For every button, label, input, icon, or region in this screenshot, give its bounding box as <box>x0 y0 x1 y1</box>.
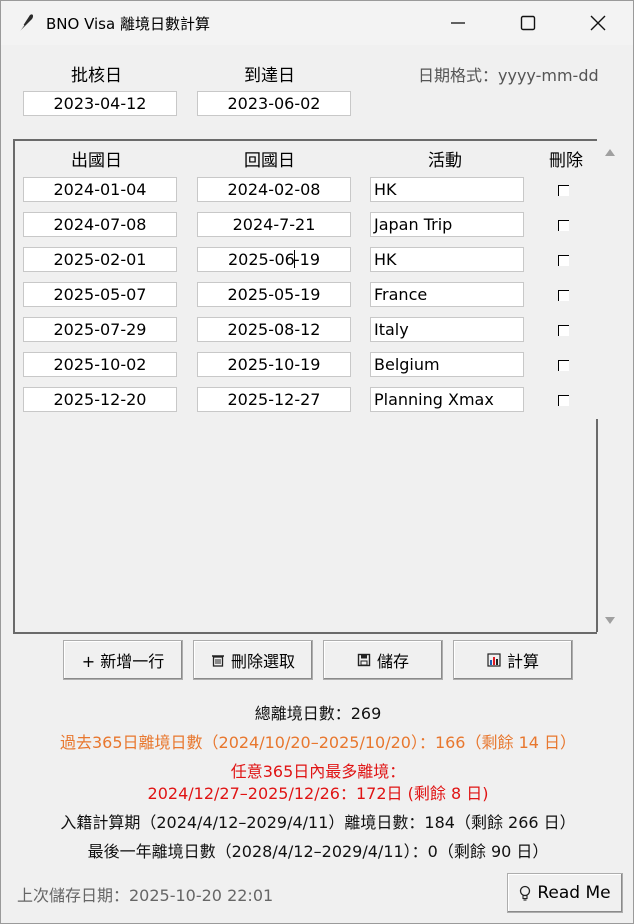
activity-input[interactable]: HK <box>370 247 524 272</box>
depart-date-input[interactable]: 2024-01-04 <box>23 177 177 202</box>
total-days-text: 總離境日數：269 <box>254 704 382 723</box>
text-cursor <box>293 250 295 268</box>
activity-input[interactable]: Planning Xmax <box>370 387 524 412</box>
naturalisation-period-text: 入籍計算期（2024/4/12–2029/4/11）離境日數：184（剩餘 26… <box>60 813 576 832</box>
return-date-input[interactable]: 2025-10-19 <box>197 352 351 377</box>
approval-date-label: 批核日 <box>71 66 122 86</box>
save-button[interactable]: 儲存 <box>323 640 443 680</box>
delete-selected-label: 刪除選取 <box>230 652 295 671</box>
title-bar[interactable]: BNO Visa 離境日數計算 <box>1 1 633 45</box>
delete-checkbox[interactable] <box>558 185 569 196</box>
depart-date-input[interactable]: 2025-05-07 <box>23 282 177 307</box>
delete-checkbox[interactable] <box>558 395 569 406</box>
activity-input[interactable]: Japan Trip <box>370 212 524 237</box>
activity-input[interactable]: Italy <box>370 317 524 342</box>
column-header-return: 回國日 <box>244 151 295 171</box>
return-date-input[interactable]: 2025-12-27 <box>197 387 351 412</box>
column-header-delete: 刪除 <box>549 151 583 171</box>
readme-button[interactable]: Read Me <box>507 873 623 913</box>
max-365-title: 任意365日內最多離境： <box>230 762 406 781</box>
add-row-label: + 新增一行 <box>81 652 165 671</box>
minimize-button[interactable] <box>423 1 493 45</box>
depart-date-input[interactable]: 2025-07-29 <box>23 317 177 342</box>
depart-date-input[interactable]: 2025-02-01 <box>23 247 177 272</box>
delete-checkbox[interactable] <box>558 220 569 231</box>
save-label: 儲存 <box>376 652 409 671</box>
column-header-depart: 出國日 <box>71 151 122 171</box>
last-year-days-text: 最後一年離境日數（2028/4/12–2029/4/11）：0（剩餘 90 日） <box>87 842 549 861</box>
calculate-label: 計算 <box>506 652 539 671</box>
minimize-icon <box>451 22 465 24</box>
date-format-hint: 日期格式：yyyy-mm-dd <box>418 66 599 85</box>
arrival-date-label: 到達日 <box>244 66 295 86</box>
delete-checkbox[interactable] <box>558 325 569 336</box>
bar-chart-icon <box>487 653 501 667</box>
delete-checkbox[interactable] <box>558 290 569 301</box>
app-window: BNO Visa 離境日數計算 批核日 到達日 日期格式：yyyy-mm-dd … <box>0 0 634 924</box>
floppy-disk-icon <box>357 653 371 667</box>
feather-icon <box>18 14 34 33</box>
delete-selected-button[interactable]: 刪除選取 <box>193 640 313 680</box>
return-date-input[interactable]: 2024-7-21 <box>197 212 351 237</box>
activity-input[interactable]: HK <box>370 177 524 202</box>
return-date-input[interactable]: 2025-06-19 <box>197 247 351 272</box>
calculate-button[interactable]: 計算 <box>453 640 573 680</box>
approval-date-input[interactable]: 2023-04-12 <box>23 91 177 116</box>
return-date-input[interactable]: 2024-02-08 <box>197 177 351 202</box>
lightbulb-icon <box>520 885 531 901</box>
depart-date-input[interactable]: 2024-07-08 <box>23 212 177 237</box>
maximize-icon <box>520 15 536 31</box>
scroll-down-arrow-icon[interactable] <box>604 616 616 626</box>
trash-icon <box>211 655 224 667</box>
return-date-input[interactable]: 2025-08-12 <box>197 317 351 342</box>
arrival-date-input[interactable]: 2023-06-02 <box>197 91 351 116</box>
depart-date-input[interactable]: 2025-12-20 <box>23 387 177 412</box>
activity-input[interactable]: France <box>370 282 524 307</box>
activity-input[interactable]: Belgium <box>370 352 524 377</box>
column-header-activity: 活動 <box>428 151 462 171</box>
delete-checkbox[interactable] <box>558 255 569 266</box>
depart-date-input[interactable]: 2025-10-02 <box>23 352 177 377</box>
max-365-value: 2024/12/27–2025/12/26：172日 (剩餘 8 日) <box>147 784 489 803</box>
return-date-text-a: 2025-06 <box>228 250 295 269</box>
last-365-days-text: 過去365日離境日數（2024/10/20–2025/10/20）：166（剩餘… <box>59 733 577 752</box>
add-row-button[interactable]: + 新增一行 <box>63 640 183 680</box>
readme-label: Read Me <box>537 883 611 903</box>
window-title: BNO Visa 離境日數計算 <box>46 15 210 33</box>
close-icon <box>590 15 606 31</box>
maximize-button[interactable] <box>493 1 563 45</box>
return-date-text-b: 19 <box>299 250 320 269</box>
scroll-up-arrow-icon[interactable] <box>604 147 616 157</box>
close-button[interactable] <box>563 1 633 45</box>
last-saved-text: 上次儲存日期：2025-10-20 22:01 <box>17 886 274 905</box>
delete-checkbox[interactable] <box>558 360 569 371</box>
return-date-input[interactable]: 2025-05-19 <box>197 282 351 307</box>
